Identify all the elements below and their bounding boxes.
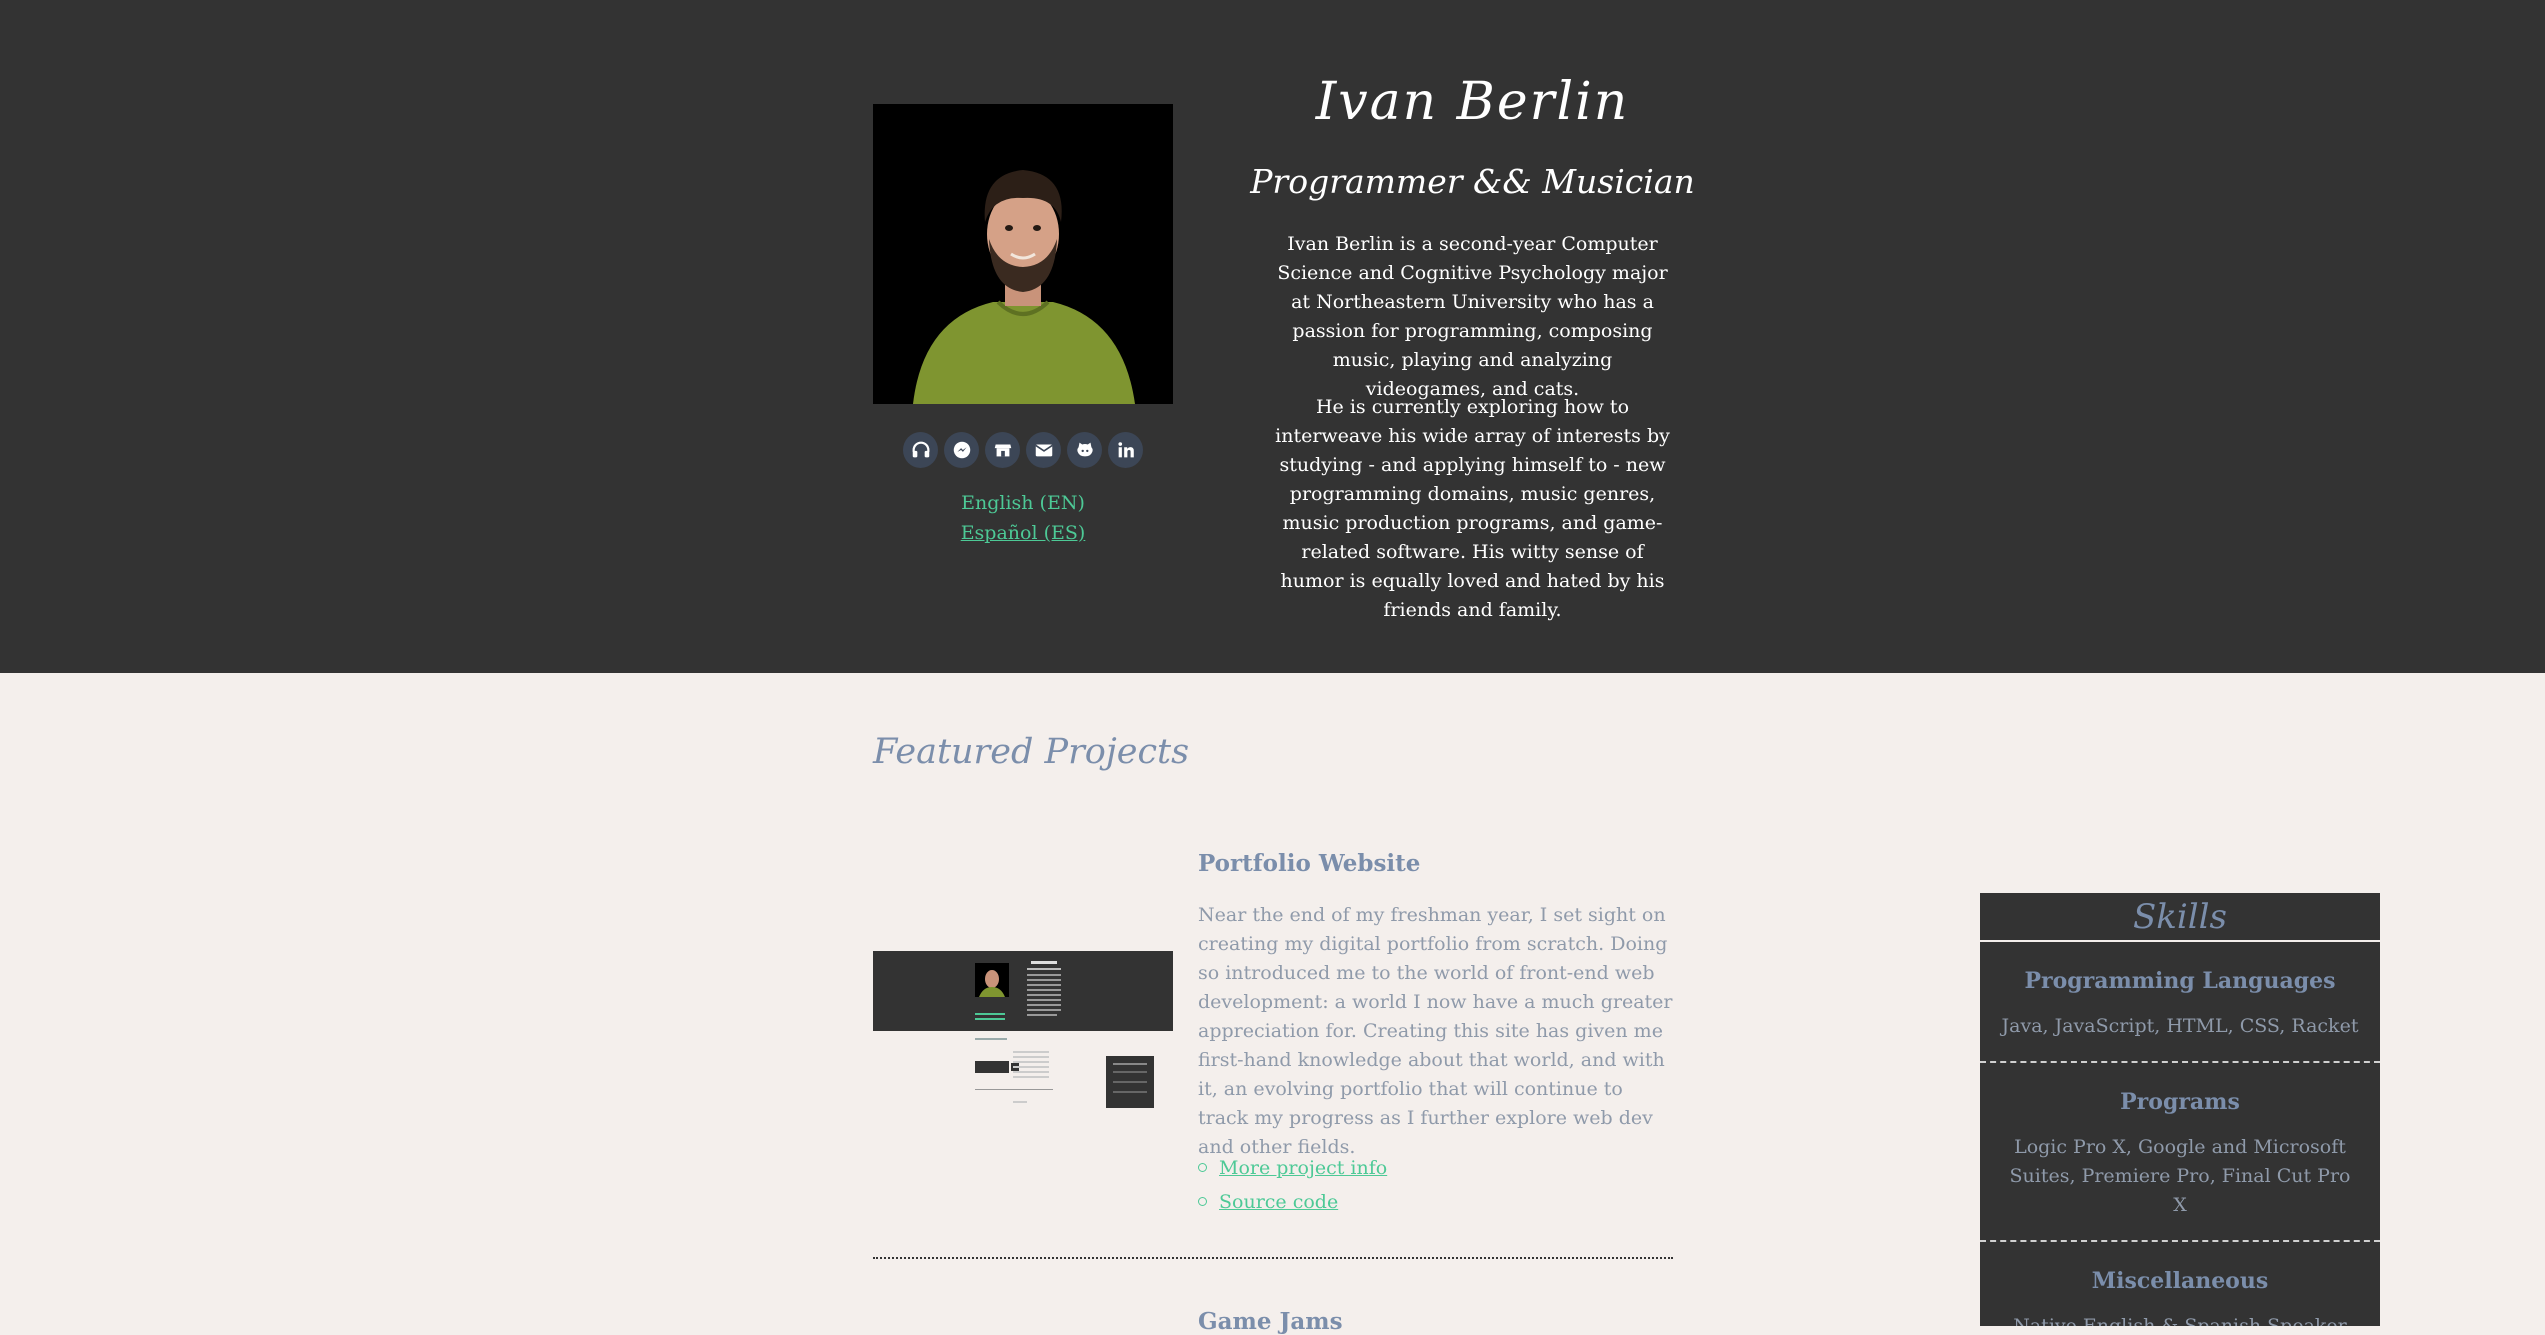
store-icon (994, 444, 1011, 457)
hero-section: English (EN) Español (ES) Ivan Berlin Pr… (0, 0, 2545, 673)
project-description: Near the end of my freshman year, I set … (1198, 904, 1673, 1158)
social-link-music[interactable] (903, 432, 938, 468)
project-thumbnail[interactable] (873, 951, 1173, 1111)
bio-paragraph: He is currently exploring how to interwe… (1275, 396, 1670, 621)
skill-body: Logic Pro X, Google and Microsoft Suites… (2009, 1136, 2351, 1216)
profile-photo (873, 104, 1173, 404)
skill-body: Native English & Spanish Speaker (2013, 1315, 2347, 1326)
skills-panel: Skills Programming Languages Java, JavaS… (1980, 893, 2380, 1326)
skill-body: Java, JavaScript, HTML, CSS, Racket (2001, 1015, 2359, 1037)
bio-paragraph: Ivan Berlin is a second-year Computer Sc… (1277, 233, 1668, 400)
github-icon (1076, 442, 1093, 457)
list-item: More project info (1198, 1151, 1387, 1185)
skill-title: Programs (2120, 1089, 2240, 1115)
project-title: Portfolio Website (1198, 850, 1421, 877)
skill-title: Miscellaneous (2091, 1268, 2269, 1294)
more-project-info-link[interactable]: More project info (1219, 1157, 1387, 1179)
social-link-store[interactable] (985, 432, 1020, 468)
skill-section-programs: Programs Logic Pro X, Google and Microso… (1980, 1063, 2380, 1242)
project-divider (873, 1257, 1673, 1259)
language-switcher: English (EN) Español (ES) (873, 488, 1173, 548)
page-subtitle: Programmer && Musician (1250, 162, 1695, 201)
page-title: Ivan Berlin (1315, 72, 1630, 132)
skills-heading: Skills (1980, 893, 2380, 942)
mail-icon (1034, 444, 1053, 457)
source-code-link[interactable]: Source code (1219, 1191, 1338, 1213)
skill-section-programming-languages: Programming Languages Java, JavaScript, … (1980, 942, 2380, 1063)
social-links (903, 432, 1143, 468)
project-title: Game Jams (1198, 1308, 1343, 1335)
linkedin-icon (1117, 442, 1134, 458)
social-link-email[interactable] (1026, 432, 1061, 468)
messenger-icon (953, 441, 970, 459)
headphones-icon (912, 441, 929, 458)
skill-section-miscellaneous: Miscellaneous Native English & Spanish S… (1980, 1242, 2380, 1326)
language-option-spanish[interactable]: Español (ES) (873, 518, 1173, 548)
social-link-messenger[interactable] (944, 432, 979, 468)
project-links: More project info Source code (1198, 1151, 1387, 1219)
list-item: Source code (1198, 1185, 1387, 1219)
social-link-github[interactable] (1067, 432, 1102, 468)
bullet-icon (1198, 1163, 1207, 1172)
bullet-icon (1198, 1197, 1207, 1206)
language-option-english[interactable]: English (EN) (873, 488, 1173, 518)
social-link-linkedin[interactable] (1108, 432, 1143, 468)
skill-title: Programming Languages (2024, 968, 2336, 994)
featured-projects-heading: Featured Projects (873, 732, 1190, 772)
